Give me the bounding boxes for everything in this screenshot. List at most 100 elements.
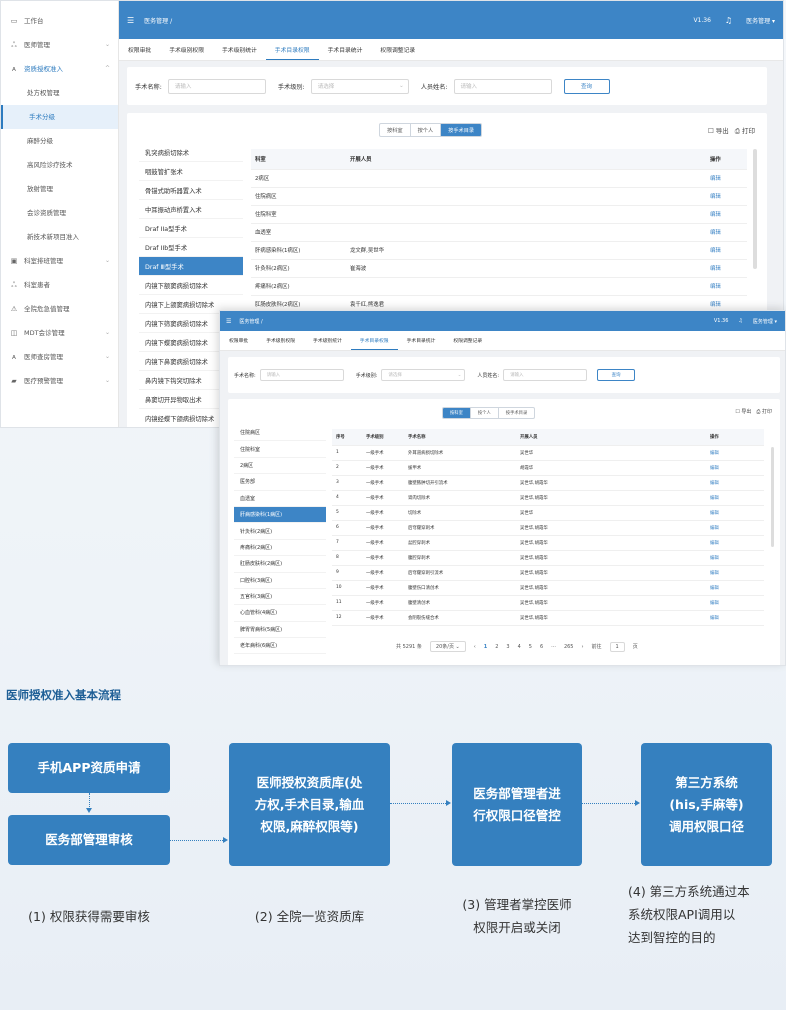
sidebar-item[interactable]: 手术分级 xyxy=(1,105,118,129)
edit-link[interactable]: 编辑 xyxy=(706,445,764,461)
department-list-item[interactable]: 血透室 xyxy=(234,491,326,507)
sidebar-item[interactable]: ◫ MDT会诊管理 ⌄ xyxy=(1,321,118,345)
sidebar-item[interactable]: 麻醉分级 xyxy=(1,129,118,153)
tab-item[interactable]: 权限调整记录 xyxy=(371,39,424,60)
edit-link[interactable]: 编辑 xyxy=(706,520,764,536)
tab-item[interactable]: 手术级别权限 xyxy=(160,39,213,60)
view-switch-option[interactable]: 按手术目录 xyxy=(499,408,534,418)
bell-icon[interactable]: ♫ xyxy=(725,16,732,25)
page-size-select[interactable]: 20条/页 ⌄ xyxy=(429,641,466,652)
sidebar-item[interactable]: ஃ 医师管理 ⌄ xyxy=(1,33,118,57)
edit-link[interactable]: 编辑 xyxy=(706,475,764,491)
edit-link[interactable]: 编辑 xyxy=(706,580,764,596)
department-list-item[interactable]: 老年病科(6病区) xyxy=(234,638,326,655)
surgery-list-item[interactable]: Draf IIa型手术 xyxy=(139,219,243,238)
department-list-item[interactable]: 脾胃胃病科(5病区) xyxy=(234,622,326,639)
sidebar-item[interactable]: ▰ 医疗预警管理 ⌄ xyxy=(1,369,118,393)
department-list-item[interactable]: 五官科(3病区) xyxy=(234,589,326,606)
export-button[interactable]: ☐ 导出 xyxy=(708,125,729,136)
page-number[interactable]: 1 xyxy=(484,644,487,650)
department-list-item[interactable]: 针灸科(2病区) xyxy=(234,523,326,540)
print-button[interactable]: ⎙ 打印 xyxy=(735,125,755,136)
next-page-icon[interactable]: › xyxy=(581,644,583,650)
export-button[interactable]: ☐ 导出 xyxy=(735,408,751,415)
tab-item[interactable]: 手术目录统计 xyxy=(398,331,445,350)
view-switch-option[interactable]: 按科室 xyxy=(443,408,471,418)
sidebar-item[interactable]: ᴀ 医师查房管理 ⌄ xyxy=(1,345,118,369)
edit-link[interactable]: 编辑 xyxy=(706,241,747,260)
query-button[interactable]: 查询 xyxy=(563,78,610,94)
tab-item[interactable]: 手术目录权限 xyxy=(265,39,319,60)
surgery-list-item[interactable]: Draf IIb型手术 xyxy=(139,238,243,257)
tab-item[interactable]: 手术级别统计 xyxy=(213,39,266,60)
person-name-input[interactable]: 请输入 xyxy=(503,369,588,381)
tab-item[interactable]: 权限审批 xyxy=(220,331,257,350)
sidebar-item[interactable]: ⚠ 全院危急值管理 xyxy=(1,297,118,321)
edit-link[interactable]: 编辑 xyxy=(706,505,764,521)
edit-link[interactable]: 编辑 xyxy=(706,490,764,506)
menu-fold-icon[interactable]: ☰ xyxy=(226,318,231,325)
surgery-list-item[interactable]: Draf Ⅲ型手术 xyxy=(139,257,243,276)
tab-item[interactable]: 手术目录统计 xyxy=(319,39,372,60)
person-name-input[interactable]: 请输入 xyxy=(453,78,552,94)
sidebar-item[interactable]: ▭ 工作台 xyxy=(1,9,118,33)
bell-icon[interactable]: ♫ xyxy=(738,318,742,324)
department-list-item[interactable]: 口腔科(3病区) xyxy=(234,573,326,589)
sidebar-item[interactable]: 高风险诊疗技术 xyxy=(1,153,118,177)
tab-item[interactable]: 手术目录权限 xyxy=(350,331,398,350)
view-switch-option[interactable]: 按科室 xyxy=(380,124,411,136)
sidebar-item[interactable]: 会诊资质管理 xyxy=(1,201,118,225)
scrollbar[interactable] xyxy=(771,447,774,547)
page-number[interactable]: 265 xyxy=(564,644,574,650)
department-list-item[interactable]: 住院科室 xyxy=(234,441,326,458)
surgery-level-select[interactable]: 请选择 ⌄ xyxy=(381,369,466,381)
edit-link[interactable]: 编辑 xyxy=(706,595,764,611)
edit-link[interactable]: 编辑 xyxy=(706,550,764,566)
edit-link[interactable]: 编辑 xyxy=(706,169,747,188)
query-button[interactable]: 查询 xyxy=(597,369,636,381)
surgery-list-item[interactable]: 乳突病损切除术 xyxy=(139,143,243,162)
tab-item[interactable]: 手术级别权限 xyxy=(257,331,304,350)
department-list-item[interactable]: 心血管科(4病区) xyxy=(234,605,326,622)
sidebar-item[interactable]: 新技术新项目准入 xyxy=(1,225,118,249)
view-switch-option[interactable]: 按手术目录 xyxy=(441,124,482,136)
edit-link[interactable]: 编辑 xyxy=(706,259,747,278)
department-list-item[interactable]: 住院病区 xyxy=(234,425,326,442)
edit-link[interactable]: 编辑 xyxy=(706,277,747,296)
surgery-list-item[interactable]: 内镜下额窦病损切除术 xyxy=(139,276,243,295)
tab-item[interactable]: 权限审批 xyxy=(119,39,160,60)
page-number[interactable]: 2 xyxy=(495,644,498,650)
tab-item[interactable]: 权限调整记录 xyxy=(444,331,491,350)
department-list-item[interactable]: 医务部 xyxy=(234,474,326,491)
edit-link[interactable]: 编辑 xyxy=(706,535,764,551)
menu-fold-icon[interactable]: ☰ xyxy=(127,16,134,25)
edit-link[interactable]: 编辑 xyxy=(706,223,747,242)
surgery-list-item[interactable]: 咽鼓管扩张术 xyxy=(139,162,243,181)
surgery-level-select[interactable]: 请选择 ⌄ xyxy=(310,78,409,94)
sidebar-item[interactable]: ᴀ 资质授权准入 ^ xyxy=(1,57,118,81)
sidebar-item[interactable]: ஃ 科室患者 xyxy=(1,273,118,297)
user-menu[interactable]: 医务管理 ▾ xyxy=(746,16,775,25)
view-switch-option[interactable]: 按个人 xyxy=(471,408,499,418)
sidebar-item[interactable]: 放射管理 xyxy=(1,177,118,201)
tab-item[interactable]: 手术级别统计 xyxy=(304,331,351,350)
page-number[interactable]: ··· xyxy=(551,644,556,650)
page-number[interactable]: 6 xyxy=(540,644,543,650)
print-button[interactable]: ⎙ 打印 xyxy=(756,408,772,415)
page-number[interactable]: 4 xyxy=(518,644,521,650)
page-number[interactable]: 3 xyxy=(506,644,509,650)
prev-page-icon[interactable]: ‹ xyxy=(474,644,476,650)
edit-link[interactable]: 编辑 xyxy=(706,205,747,224)
sidebar-item[interactable]: ▣ 科室排班管理 ⌄ xyxy=(1,249,118,273)
page-number[interactable]: 5 xyxy=(529,644,532,650)
surgery-name-input[interactable]: 请输入 xyxy=(259,369,344,381)
department-list-item[interactable]: 肝病感染科(1病区) xyxy=(234,506,326,524)
edit-link[interactable]: 编辑 xyxy=(706,460,764,476)
edit-link[interactable]: 编辑 xyxy=(706,187,747,206)
goto-input[interactable]: 1 xyxy=(609,641,625,652)
department-list-item[interactable]: 2病区 xyxy=(234,458,326,475)
scrollbar[interactable] xyxy=(753,149,757,269)
sidebar-item[interactable]: 处方权管理 xyxy=(1,81,118,105)
surgery-list-item[interactable]: 中耳振动声桥置入术 xyxy=(139,200,243,219)
view-switch-option[interactable]: 按个人 xyxy=(411,124,442,136)
